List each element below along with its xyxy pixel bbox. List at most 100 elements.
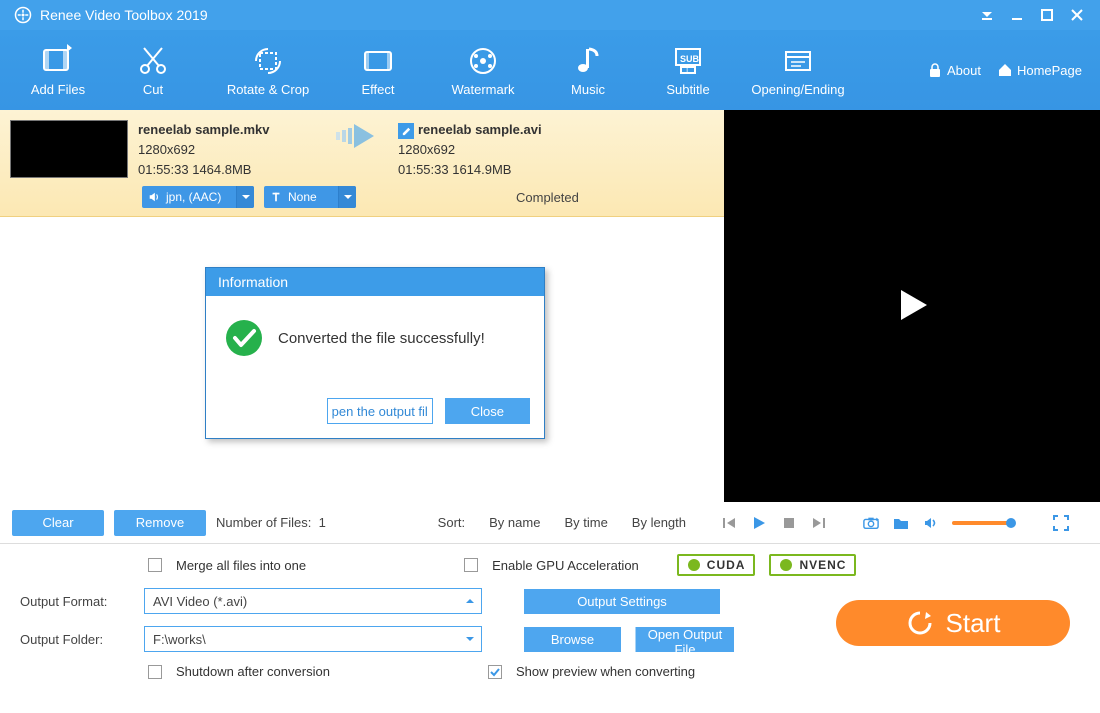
- opening-ending-icon: [778, 43, 818, 79]
- source-info: reneelab sample.mkv 1280x692 01:55:33 14…: [138, 120, 318, 180]
- rotate-crop-icon: [248, 43, 288, 79]
- info-dialog: Information Converted the file successfu…: [205, 267, 545, 439]
- cut-button[interactable]: Cut: [98, 43, 208, 97]
- chevron-up-icon: [464, 595, 476, 610]
- sort-by-length[interactable]: By length: [632, 515, 686, 530]
- shutdown-checkbox[interactable]: [148, 665, 162, 679]
- speaker-icon: [142, 191, 166, 203]
- conversion-status: Completed: [516, 190, 579, 205]
- opening-ending-button[interactable]: Opening/Ending: [738, 43, 858, 97]
- prev-button[interactable]: [720, 514, 738, 532]
- music-label: Music: [571, 82, 605, 97]
- chevron-down-icon: [464, 633, 476, 648]
- edit-icon[interactable]: [398, 123, 414, 139]
- output-format-label: Output Format:: [20, 594, 130, 609]
- chevron-down-icon[interactable]: [236, 186, 254, 208]
- watermark-button[interactable]: Watermark: [428, 43, 538, 97]
- next-button[interactable]: [810, 514, 828, 532]
- scissors-icon: [133, 43, 173, 79]
- rotate-crop-button[interactable]: Rotate & Crop: [208, 43, 328, 97]
- success-icon: [224, 318, 264, 358]
- lock-icon: [927, 62, 943, 78]
- browse-button[interactable]: Browse: [524, 627, 621, 652]
- open-folder-button[interactable]: [892, 514, 910, 532]
- player-controls: [702, 514, 1088, 532]
- clear-button[interactable]: Clear: [12, 510, 104, 536]
- minimize-button[interactable]: [1002, 0, 1032, 30]
- stop-button[interactable]: [780, 514, 798, 532]
- open-output-file-button[interactable]: Open Output File: [635, 627, 734, 652]
- gpu-checkbox[interactable]: [464, 558, 478, 572]
- source-filename: reneelab sample.mkv: [138, 120, 318, 140]
- effect-icon: [358, 43, 398, 79]
- home-icon: [997, 62, 1013, 78]
- add-files-icon: [38, 43, 78, 79]
- app-logo-icon: [14, 6, 32, 24]
- subtitle-track-selector[interactable]: None: [264, 186, 356, 208]
- main-toolbar: Add Files Cut Rotate & Crop Effect Water…: [0, 30, 1100, 110]
- output-settings-button[interactable]: Output Settings: [524, 589, 720, 614]
- maximize-button[interactable]: [1032, 0, 1062, 30]
- file-count-label: Number of Files: 1: [216, 515, 326, 530]
- cuda-badge: CUDA: [677, 554, 756, 576]
- effect-button[interactable]: Effect: [328, 43, 428, 97]
- start-label: Start: [946, 608, 1001, 639]
- subtitle-button[interactable]: SUBT Subtitle: [638, 43, 738, 97]
- arrow-icon: [328, 120, 388, 152]
- remove-button[interactable]: Remove: [114, 510, 206, 536]
- start-button[interactable]: Start: [836, 600, 1070, 646]
- dialog-message: Converted the file successfully!: [278, 330, 485, 347]
- cut-label: Cut: [143, 82, 163, 97]
- watermark-label: Watermark: [451, 82, 514, 97]
- show-preview-checkbox[interactable]: [488, 665, 502, 679]
- add-files-button[interactable]: Add Files: [18, 43, 98, 97]
- play-small-button[interactable]: [750, 514, 768, 532]
- show-preview-label: Show preview when converting: [516, 664, 695, 679]
- snapshot-button[interactable]: [862, 514, 880, 532]
- options-panel: Merge all files into one Enable GPU Acce…: [0, 544, 1100, 713]
- merge-checkbox[interactable]: [148, 558, 162, 572]
- menu-dropdown-button[interactable]: [972, 0, 1002, 30]
- target-resolution: 1280x692: [398, 140, 714, 160]
- rotate-crop-label: Rotate & Crop: [227, 82, 309, 97]
- close-button[interactable]: [1062, 0, 1092, 30]
- app-title: Renee Video Toolbox 2019: [40, 7, 208, 23]
- volume-button[interactable]: [922, 514, 940, 532]
- sort-label: Sort:: [438, 515, 465, 530]
- subtitle-label: Subtitle: [666, 82, 709, 97]
- close-dialog-button[interactable]: Close: [445, 398, 530, 424]
- subtitle-icon: SUBT: [668, 43, 708, 79]
- effect-label: Effect: [361, 82, 394, 97]
- output-folder-combo[interactable]: F:\works\: [144, 626, 482, 652]
- output-format-value: AVI Video (*.avi): [153, 594, 247, 609]
- output-format-combo[interactable]: AVI Video (*.avi): [144, 588, 482, 614]
- homepage-link[interactable]: HomePage: [997, 62, 1082, 78]
- source-resolution: 1280x692: [138, 140, 318, 160]
- subtitle-track-value: None: [288, 190, 338, 204]
- volume-slider[interactable]: [952, 521, 1012, 525]
- play-button[interactable]: [889, 282, 935, 331]
- open-output-dialog-button[interactable]: pen the output fil: [327, 398, 433, 424]
- opening-ending-label: Opening/Ending: [751, 82, 844, 97]
- sort-by-name[interactable]: By name: [489, 515, 540, 530]
- target-stats: 01:55:33 1614.9MB: [398, 160, 714, 180]
- merge-label: Merge all files into one: [176, 558, 306, 573]
- fullscreen-button[interactable]: [1052, 514, 1070, 532]
- audio-track-value: jpn, (AAC): [166, 190, 236, 204]
- output-folder-label: Output Folder:: [20, 632, 130, 647]
- sort-by-time[interactable]: By time: [564, 515, 607, 530]
- file-item[interactable]: reneelab sample.mkv 1280x692 01:55:33 14…: [0, 110, 724, 217]
- list-controls-bar: Clear Remove Number of Files: 1 Sort: By…: [0, 502, 1100, 544]
- about-link[interactable]: About: [927, 62, 981, 78]
- music-button[interactable]: Music: [538, 43, 638, 97]
- nvenc-badge: NVENC: [769, 554, 856, 576]
- music-icon: [568, 43, 608, 79]
- add-files-label: Add Files: [31, 82, 85, 97]
- homepage-label: HomePage: [1017, 63, 1082, 78]
- chevron-down-icon[interactable]: [338, 186, 356, 208]
- source-stats: 01:55:33 1464.8MB: [138, 160, 318, 180]
- dialog-title: Information: [206, 268, 544, 296]
- target-info: reneelab sample.avi 1280x692 01:55:33 16…: [398, 120, 714, 180]
- audio-track-selector[interactable]: jpn, (AAC): [142, 186, 254, 208]
- refresh-icon: [906, 609, 934, 637]
